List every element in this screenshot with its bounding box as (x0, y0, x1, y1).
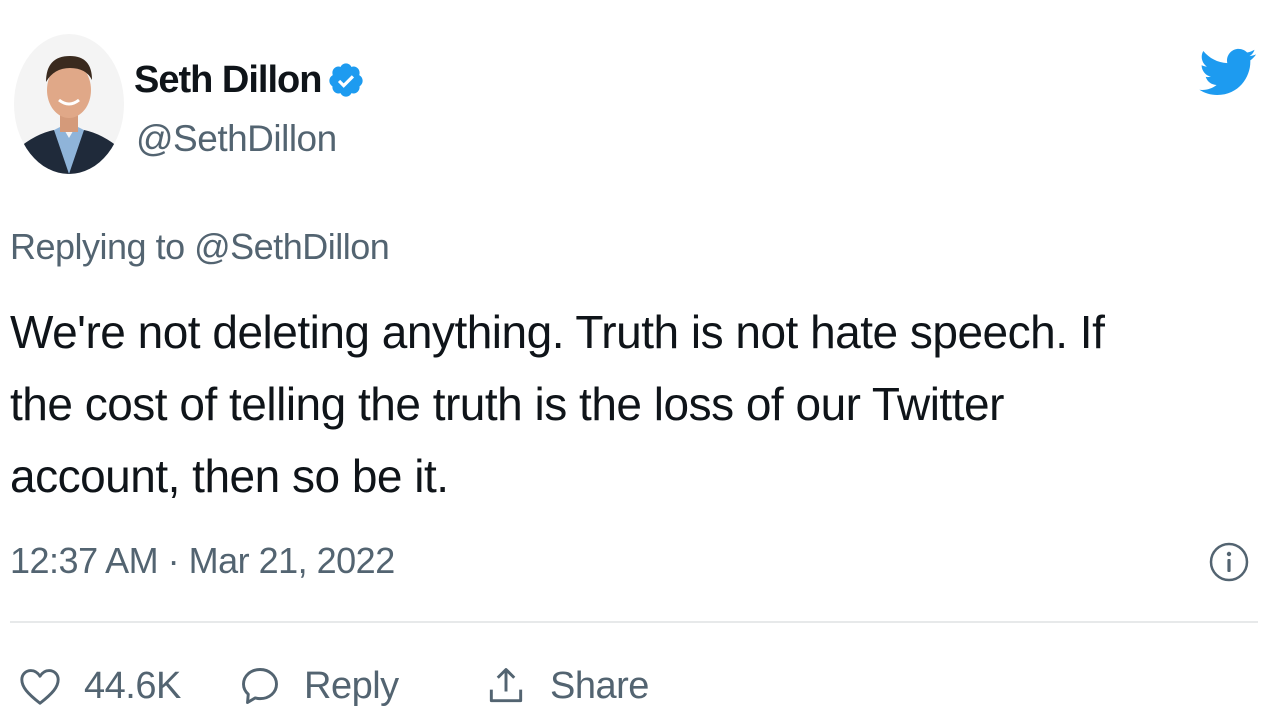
avatar[interactable] (14, 34, 124, 174)
reply-button[interactable]: Reply (238, 664, 448, 708)
share-button[interactable]: Share (484, 664, 649, 708)
author-display-name[interactable]: Seth Dillon (134, 59, 322, 102)
author-handle[interactable]: @SethDillon (136, 118, 337, 160)
speech-bubble-icon (238, 664, 282, 708)
tweet-timestamp[interactable]: 12:37 AM · Mar 21, 2022 (10, 540, 395, 582)
tweet-text-line: We're not deleting anything. Truth is no… (10, 306, 1105, 358)
divider (10, 621, 1258, 623)
tweet-text: We're not deleting anything. Truth is no… (10, 296, 1210, 512)
tweet-text-line: account, then so be it. (10, 450, 449, 502)
author-name-row: Seth Dillon (134, 56, 365, 104)
share-label: Share (550, 664, 649, 707)
like-count: 44.6K (84, 664, 181, 707)
share-upload-icon (484, 664, 528, 708)
tweet-card: Seth Dillon @SethDillon Replying to @Set… (0, 0, 1280, 720)
reply-label: Reply (304, 664, 399, 707)
verified-badge-icon (327, 61, 365, 99)
info-icon[interactable] (1208, 541, 1250, 583)
twitter-bird-icon[interactable] (1197, 42, 1257, 102)
tweet-text-line: the cost of telling the truth is the los… (10, 378, 1004, 430)
heart-icon (18, 666, 62, 706)
like-button[interactable]: 44.6K (18, 665, 218, 708)
tweet-actions: 44.6K Reply Share (18, 660, 649, 712)
replying-to-label[interactable]: Replying to @SethDillon (10, 226, 390, 268)
